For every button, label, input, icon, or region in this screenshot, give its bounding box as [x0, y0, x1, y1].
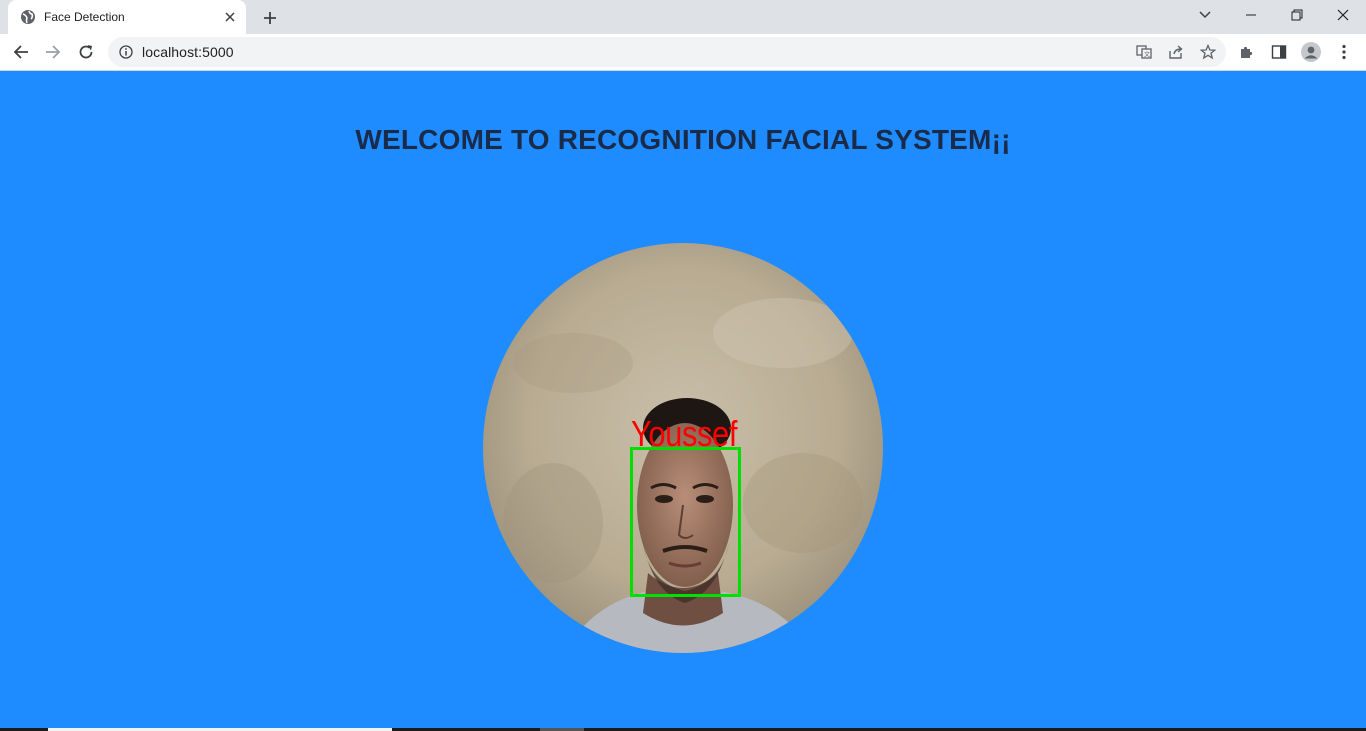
url-text: localhost:5000	[142, 44, 234, 60]
puzzle-icon[interactable]	[1233, 38, 1261, 66]
translate-icon[interactable]: 文	[1132, 40, 1156, 64]
tab-title: Face Detection	[44, 10, 125, 24]
chevron-down-icon	[1199, 11, 1211, 19]
page-content: WELCOME TO RECOGNITION FACIAL SYSTEM¡¡ Y…	[0, 71, 1366, 728]
profile-button[interactable]	[1297, 38, 1325, 66]
svg-text:文: 文	[1144, 51, 1150, 59]
reload-button[interactable]	[72, 38, 100, 66]
window-close-button[interactable]	[1320, 0, 1366, 30]
restore-button[interactable]	[1274, 0, 1320, 30]
share-icon[interactable]	[1164, 40, 1188, 64]
face-bounding-box	[630, 447, 741, 597]
tab-face-detection[interactable]: Face Detection	[8, 0, 246, 34]
globe-icon	[20, 9, 36, 25]
browser-toolbar: localhost:5000 文	[0, 34, 1366, 71]
plus-icon	[264, 12, 276, 24]
tab-search-button[interactable]	[1182, 0, 1228, 30]
forward-button[interactable]	[39, 38, 67, 66]
close-icon[interactable]	[220, 7, 240, 27]
profile-icon	[1301, 42, 1321, 62]
minimize-icon	[1246, 14, 1256, 16]
more-vert-icon[interactable]	[1330, 38, 1358, 66]
address-bar[interactable]: localhost:5000 文	[108, 37, 1226, 67]
info-icon[interactable]	[118, 44, 134, 60]
camera-feed: Youssef	[483, 243, 883, 653]
arrow-right-icon	[46, 45, 61, 59]
arrow-left-icon	[13, 45, 28, 59]
page-title: WELCOME TO RECOGNITION FACIAL SYSTEM¡¡	[355, 124, 1011, 155]
minimize-button[interactable]	[1228, 0, 1274, 30]
back-button[interactable]	[7, 38, 35, 66]
side-panel-icon[interactable]	[1265, 38, 1293, 66]
close-icon	[1337, 9, 1349, 21]
restore-icon	[1291, 9, 1303, 21]
new-tab-button[interactable]	[258, 6, 282, 30]
star-icon[interactable]	[1196, 40, 1220, 64]
browser-titlebar: Face Detection	[0, 0, 1366, 34]
reload-icon	[79, 45, 93, 59]
